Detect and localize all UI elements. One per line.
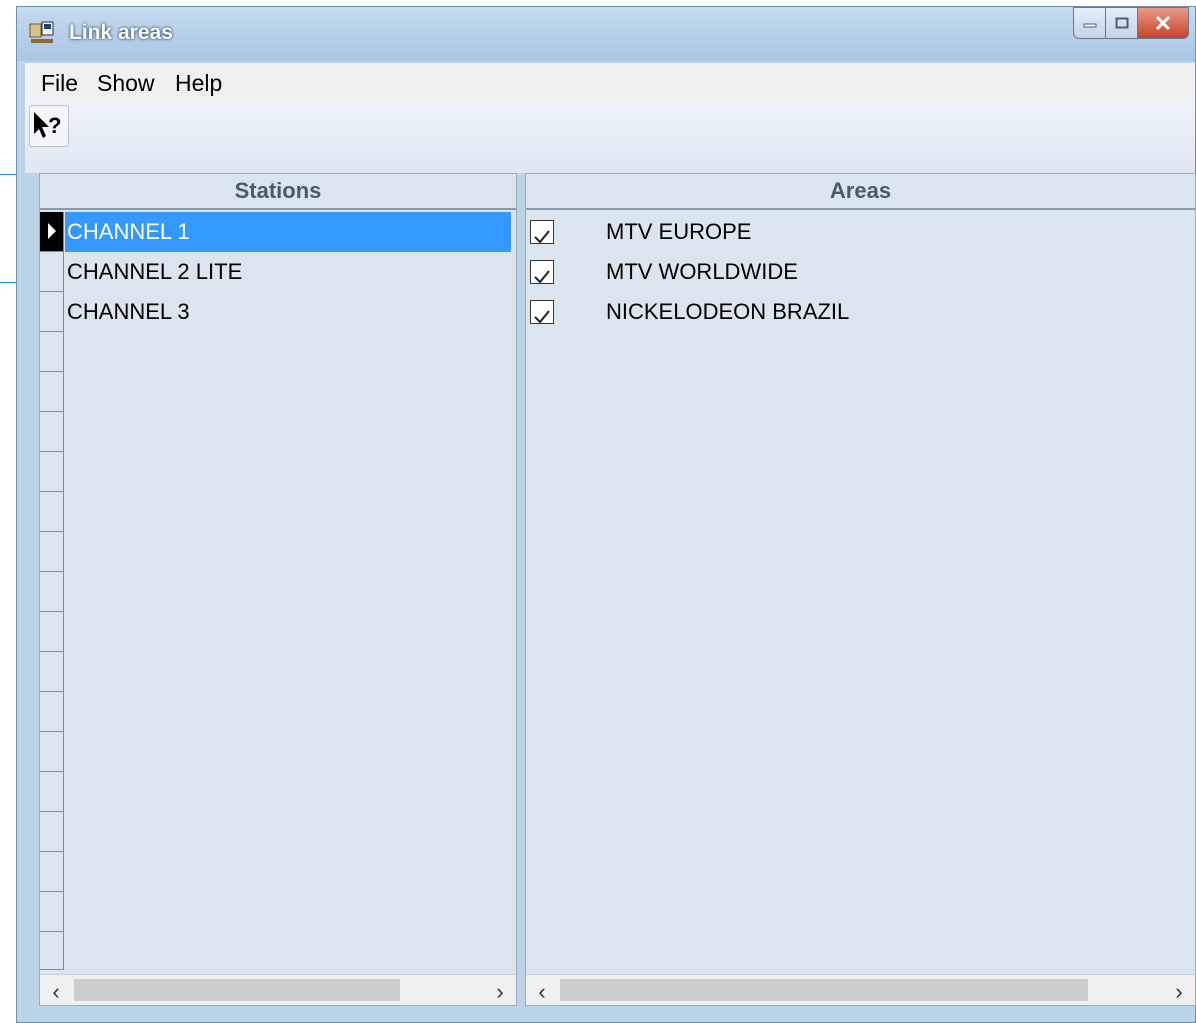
area-checkbox[interactable] [530, 220, 554, 244]
row-indicator[interactable] [40, 932, 64, 970]
station-row-selected[interactable]: CHANNEL 1 [65, 212, 511, 252]
desktop-line [0, 282, 16, 283]
help-pointer-icon: ? [34, 112, 61, 138]
svg-text:?: ? [48, 113, 61, 138]
menu-show[interactable]: Show [97, 70, 155, 97]
row-indicator[interactable] [40, 372, 64, 412]
checkmark-icon [534, 230, 550, 244]
checkmark-icon [534, 310, 550, 324]
close-icon [1155, 16, 1171, 30]
stations-horizontal-scrollbar[interactable]: ‹ › [40, 974, 516, 1005]
area-row[interactable]: NICKELODEON BRAZIL [530, 292, 1190, 332]
link-areas-window: Link areas File Show Help ? Stations CHA… [16, 6, 1196, 1023]
row-indicator[interactable] [40, 572, 64, 612]
maximize-icon [1115, 17, 1128, 29]
row-indicator[interactable] [40, 452, 64, 492]
menu-help[interactable]: Help [175, 70, 222, 97]
area-label: MTV EUROPE [606, 219, 752, 244]
scroll-right-icon[interactable]: › [1167, 979, 1191, 1005]
row-indicator[interactable] [40, 332, 64, 372]
row-indicator[interactable] [40, 532, 64, 572]
pane-splitter[interactable] [517, 173, 525, 1006]
maximize-button[interactable] [1105, 7, 1137, 39]
minimize-icon [1083, 23, 1096, 28]
scroll-left-icon[interactable]: ‹ [530, 979, 554, 1005]
checkmark-icon [534, 270, 550, 284]
station-row[interactable]: CHANNEL 2 LITE [65, 252, 511, 292]
scroll-left-icon[interactable]: ‹ [44, 979, 68, 1005]
scroll-right-icon[interactable]: › [488, 979, 512, 1005]
row-indicator[interactable] [40, 852, 64, 892]
row-indicator[interactable] [40, 772, 64, 812]
toolbar: ? [25, 101, 1195, 173]
area-row[interactable]: MTV WORLDWIDE [530, 252, 1190, 292]
title-bar[interactable]: Link areas [17, 7, 1195, 61]
row-indicator[interactable] [40, 892, 64, 932]
area-checkbox[interactable] [530, 260, 554, 284]
stations-grid[interactable]: Stations CHANNEL 1 CHANNEL 2 LITE CHANNE… [39, 173, 517, 1006]
row-indicator[interactable] [40, 292, 64, 332]
row-indicator[interactable] [40, 692, 64, 732]
row-indicator[interactable] [40, 732, 64, 772]
area-checkbox[interactable] [530, 300, 554, 324]
area-row[interactable]: MTV EUROPE [530, 212, 1190, 252]
window-title: Link areas [69, 21, 173, 44]
row-indicator[interactable] [40, 652, 64, 692]
row-indicator[interactable] [40, 492, 64, 532]
app-icon [29, 21, 54, 43]
window-controls [1073, 7, 1189, 41]
menu-bar: File Show Help [25, 63, 1195, 101]
areas-header[interactable]: Areas [526, 174, 1195, 210]
scrollbar-thumb[interactable] [560, 979, 1088, 1001]
minimize-button[interactable] [1073, 7, 1105, 39]
desktop-line [0, 174, 16, 175]
station-row[interactable]: CHANNEL 3 [65, 292, 511, 332]
area-label: NICKELODEON BRAZIL [606, 299, 850, 324]
areas-horizontal-scrollbar[interactable]: ‹ › [526, 974, 1195, 1005]
close-button[interactable] [1137, 7, 1189, 39]
row-indicator-current[interactable] [40, 212, 64, 252]
stations-header[interactable]: Stations [40, 174, 516, 210]
row-indicator[interactable] [40, 812, 64, 852]
row-indicator[interactable] [40, 412, 64, 452]
row-indicator[interactable] [40, 612, 64, 652]
row-indicator[interactable] [40, 252, 64, 292]
row-pointer-icon [48, 223, 56, 239]
area-label: MTV WORLDWIDE [606, 259, 798, 284]
menu-file[interactable]: File [41, 70, 78, 97]
areas-grid[interactable]: Areas MTV EUROPE MTV WORLDWIDE NICKELODE… [525, 173, 1196, 1006]
scrollbar-thumb[interactable] [74, 979, 400, 1001]
whats-this-help-button[interactable]: ? [29, 105, 69, 147]
